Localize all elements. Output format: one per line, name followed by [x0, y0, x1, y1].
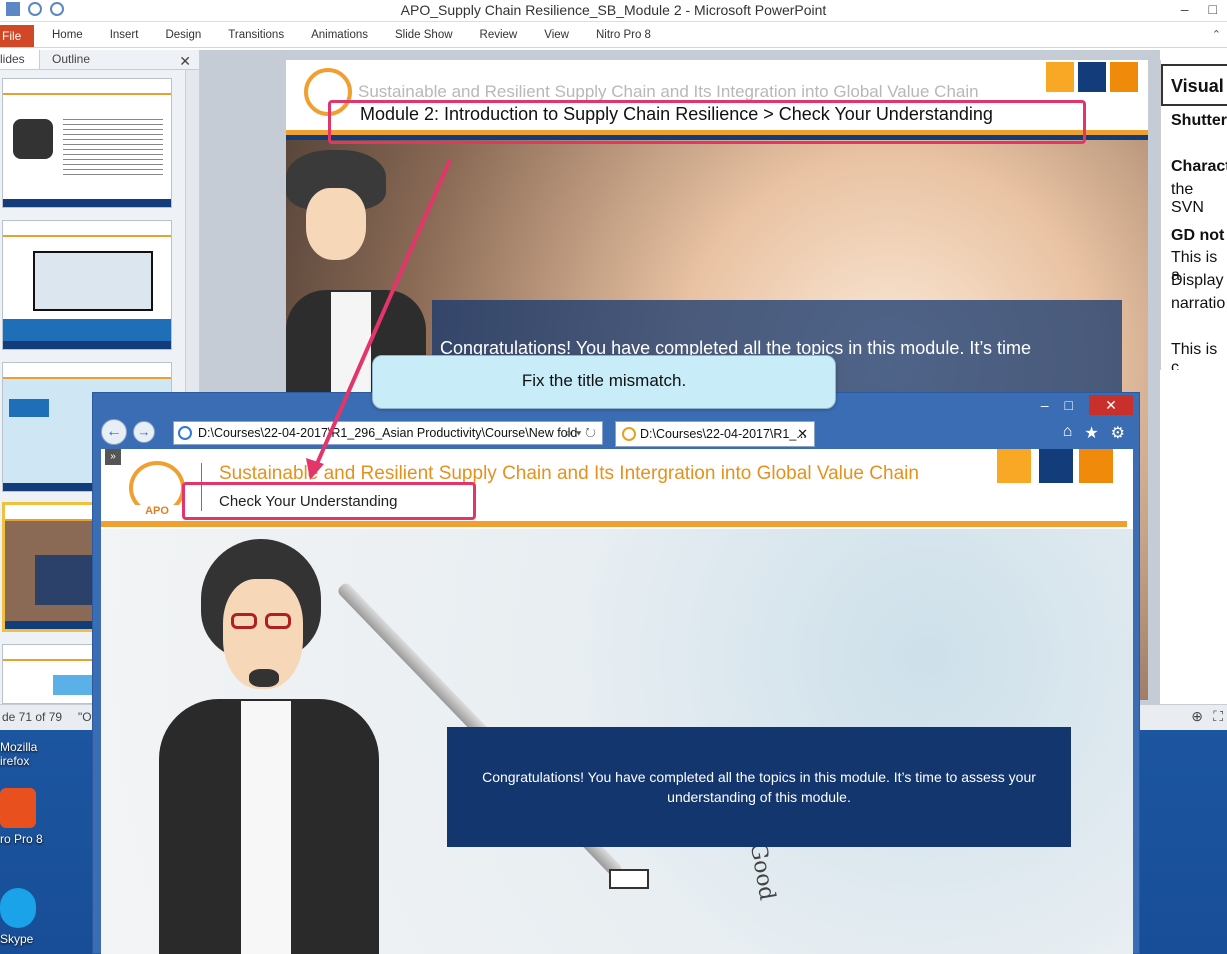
- firefox-label-2: irefox: [0, 754, 30, 768]
- slide-thumbnail[interactable]: [2, 220, 172, 350]
- desktop-icon-skype[interactable]: Skype: [0, 888, 60, 946]
- address-text: D:\Courses\22-04-2017\R1_296_Asian Produ…: [198, 426, 578, 440]
- minimize-icon[interactable]: –: [1041, 397, 1049, 413]
- tab-slides[interactable]: lides: [0, 50, 40, 69]
- zoom-in-icon[interactable]: ⊕: [1191, 708, 1203, 725]
- skype-icon: [0, 888, 36, 928]
- highlight-page-subtitle: [182, 482, 476, 520]
- home-icon[interactable]: ⌂: [1063, 423, 1073, 443]
- close-icon[interactable]: ✕: [1089, 395, 1133, 415]
- header-stripe: [101, 521, 1127, 527]
- browser-toolbar: ⌂ ★ ⚙: [1063, 423, 1125, 443]
- settings-gear-icon[interactable]: ⚙: [1111, 423, 1125, 443]
- browser-nav: ← →: [101, 419, 155, 445]
- browser-window: – □ ✕ ← → D:\Courses\22-04-2017\R1_296_A…: [92, 392, 1140, 954]
- character-illustration: [286, 150, 386, 300]
- notes-line: Display: [1171, 272, 1224, 289]
- tab-title: D:\Courses\22-04-2017\R1_...: [640, 427, 807, 441]
- firefox-label-1: Mozilla: [0, 740, 38, 754]
- ie-icon: [178, 426, 192, 440]
- checkbox-illustration: [609, 869, 649, 889]
- desktop-icon-nitro[interactable]: ro Pro 8: [0, 788, 60, 846]
- window-title: APO_Supply Chain Resilience_SB_Module 2 …: [400, 2, 827, 18]
- address-bar[interactable]: D:\Courses\22-04-2017\R1_296_Asian Produ…: [173, 421, 603, 445]
- color-square: [1078, 62, 1106, 92]
- tab-outline[interactable]: Outline: [40, 50, 100, 69]
- back-button[interactable]: ←: [101, 419, 127, 445]
- ie-icon: [622, 427, 636, 441]
- color-square: [997, 449, 1031, 483]
- nitro-label: ro Pro 8: [0, 832, 43, 846]
- congratulations-message: Congratulations! You have completed all …: [447, 727, 1071, 847]
- tab-insert[interactable]: Insert: [110, 29, 139, 41]
- expand-icon[interactable]: »: [105, 449, 121, 465]
- tab-review[interactable]: Review: [480, 29, 518, 41]
- ribbon: File Home Insert Design Transitions Anim…: [0, 22, 1227, 48]
- slide-header-title: Sustainable and Resilient Supply Chain a…: [358, 82, 979, 101]
- notes-line: This is c: [1171, 341, 1218, 370]
- logo-text: APO: [133, 505, 181, 517]
- close-pane-icon[interactable]: ✕: [179, 51, 191, 70]
- maximize-icon[interactable]: □: [1065, 397, 1073, 413]
- forward-button[interactable]: →: [133, 421, 155, 443]
- color-square: [1079, 449, 1113, 483]
- ribbon-tabs: Home Insert Design Transitions Animation…: [52, 29, 651, 41]
- fit-slide-icon[interactable]: ⛶: [1213, 708, 1223, 725]
- nitro-icon: [0, 788, 36, 828]
- notes-line: Shutter: [1171, 112, 1227, 129]
- search-refresh-icon[interactable]: ⌕ ▾ ↻: [565, 425, 596, 441]
- slide-thumbnail[interactable]: [2, 78, 172, 208]
- minimize-icon[interactable]: –: [1181, 1, 1189, 17]
- course-page: » APO Sustainable and Resilient Supply C…: [101, 449, 1133, 954]
- tab-file[interactable]: File: [0, 25, 34, 47]
- desktop-icon-firefox[interactable]: Mozilla irefox: [0, 740, 60, 768]
- notes-line: GD not: [1171, 227, 1225, 244]
- tab-home[interactable]: Home: [52, 29, 83, 41]
- close-tab-icon[interactable]: ✕: [797, 426, 808, 442]
- annotation-callout: Fix the title mismatch.: [372, 355, 836, 409]
- tab-design[interactable]: Design: [165, 29, 201, 41]
- tab-transitions[interactable]: Transitions: [228, 29, 284, 41]
- title-bar: APO_Supply Chain Resilience_SB_Module 2 …: [0, 0, 1227, 22]
- apo-logo: APO: [129, 461, 185, 517]
- color-square: [1046, 62, 1074, 92]
- browser-tab[interactable]: D:\Courses\22-04-2017\R1_... ✕: [615, 421, 815, 447]
- ribbon-collapse-icon[interactable]: ⌃: [1212, 28, 1221, 41]
- notes-line: the SVN: [1171, 181, 1204, 216]
- browser-window-controls: – □ ✕: [1041, 395, 1133, 415]
- notes-line: narratio: [1171, 295, 1226, 312]
- notes-line: Charact: [1171, 158, 1227, 175]
- tab-slide-show[interactable]: Slide Show: [395, 29, 453, 41]
- notes-panel[interactable]: Visual Shutter Charact the SVN GD not Th…: [1160, 60, 1227, 370]
- skype-label: Skype: [0, 932, 34, 946]
- notes-heading: Visual: [1161, 64, 1227, 106]
- color-square: [1110, 62, 1138, 92]
- maximize-icon[interactable]: □: [1209, 1, 1217, 17]
- tab-nitro[interactable]: Nitro Pro 8: [596, 29, 651, 41]
- slide-pane-tabs: lides Outline ✕: [0, 50, 199, 70]
- favorites-star-icon[interactable]: ★: [1084, 423, 1098, 443]
- color-square: [1039, 449, 1073, 483]
- window-controls: – □: [1181, 1, 1217, 17]
- highlight-slide-title: [328, 100, 1086, 144]
- tab-view[interactable]: View: [544, 29, 569, 41]
- tab-animations[interactable]: Animations: [311, 29, 368, 41]
- status-slide-count: de 71 of 79: [2, 710, 63, 724]
